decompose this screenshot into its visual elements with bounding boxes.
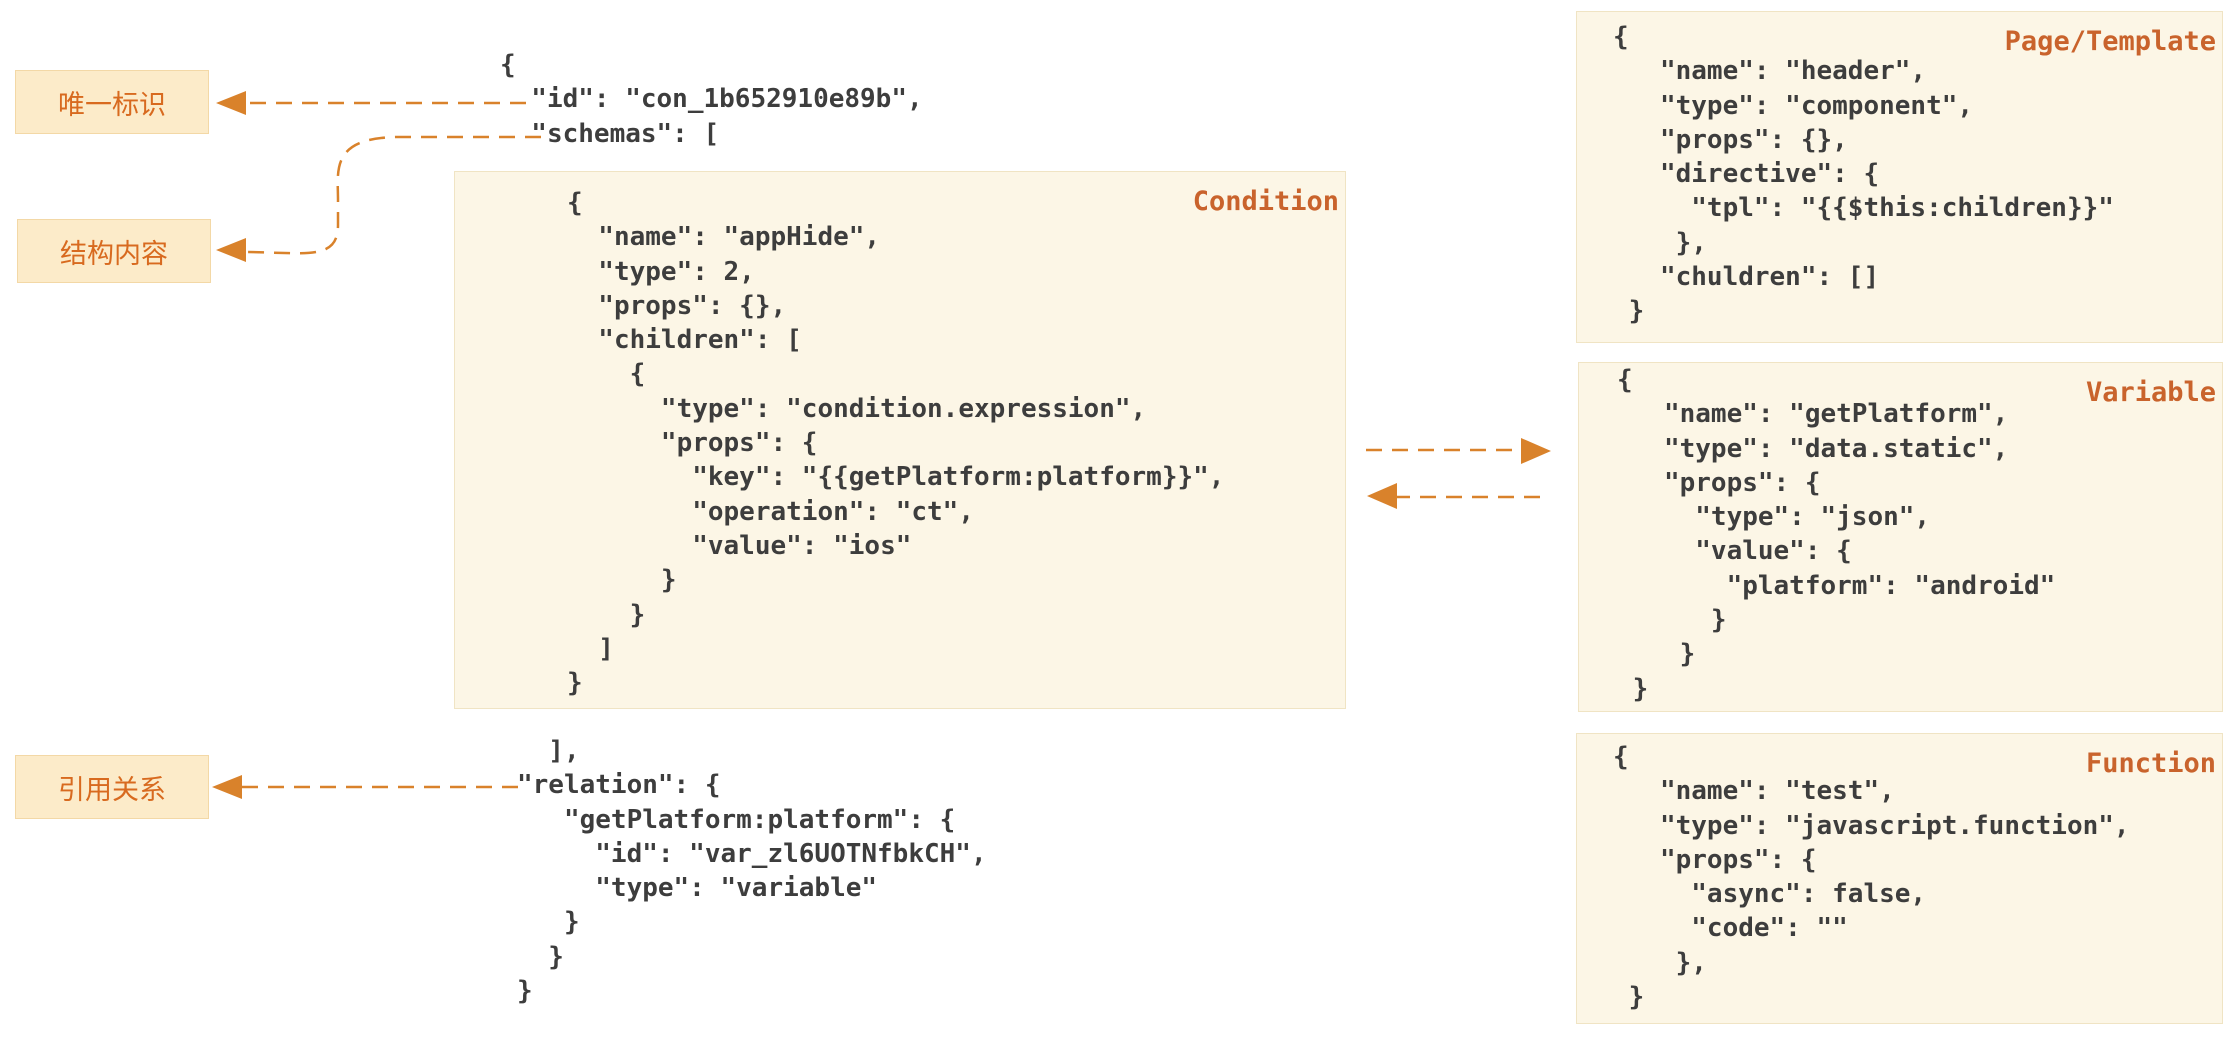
connector-arrows (212, 91, 1551, 799)
arrow-structure-line (239, 135, 541, 255)
arrowhead-from-variable (1367, 483, 1397, 509)
arrowhead-to-variable (1521, 438, 1551, 464)
arrowhead-reference (212, 775, 242, 799)
arrowhead-structure (216, 238, 246, 262)
arrowhead-unique-id (216, 91, 246, 115)
